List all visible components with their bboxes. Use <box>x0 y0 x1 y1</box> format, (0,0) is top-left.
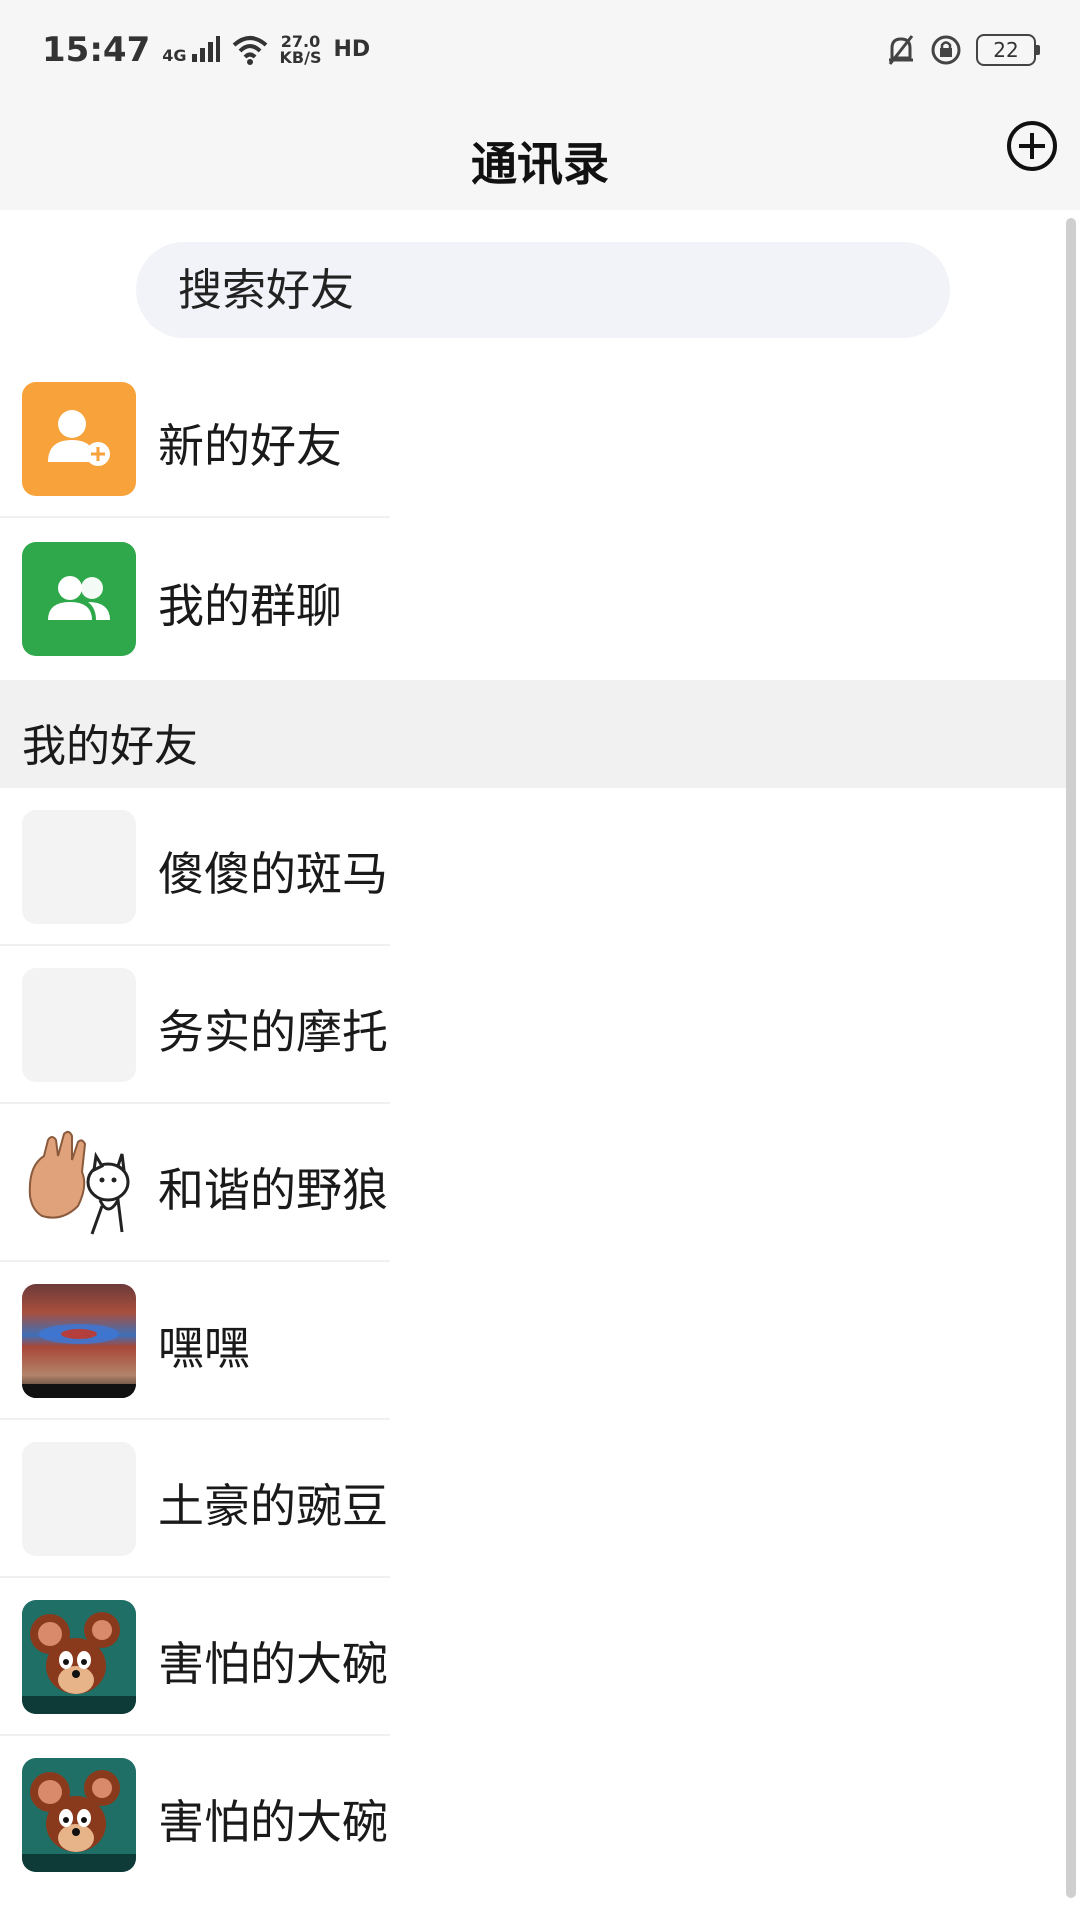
new-friends-avatar <box>22 382 136 496</box>
friend-name: 土豪的豌豆 <box>158 1479 388 1533</box>
cartoon-mouse-icon <box>22 1770 136 1872</box>
signal-block: 4G <box>162 36 220 65</box>
add-button[interactable] <box>1006 120 1058 172</box>
friend-avatar <box>22 968 136 1082</box>
friend-name: 嘿嘿 <box>158 1321 250 1375</box>
friend-avatar-sticker <box>22 1126 136 1240</box>
status-time: 15:47 <box>42 30 151 70</box>
hd-badge: HD <box>333 37 371 62</box>
friend-item[interactable]: 嘿嘿 <box>0 1262 1066 1420</box>
add-user-icon <box>48 410 110 466</box>
group-icon <box>48 576 110 620</box>
status-right: 22 <box>886 34 1040 66</box>
cartoon-mouse-icon <box>22 1612 136 1714</box>
divider <box>0 516 390 518</box>
friend-name: 和谐的野狼 <box>158 1163 388 1217</box>
status-bar: 15:47 4G 27.0 KB/S HD 22 <box>0 0 1080 100</box>
net-speed: 27.0 KB/S <box>280 34 322 66</box>
hand-cat-sticker-icon <box>28 1130 130 1235</box>
friend-name: 害怕的大碗 <box>158 1637 388 1691</box>
friend-name: 务实的摩托 <box>158 1005 388 1059</box>
friend-name: 傻傻的斑马 <box>158 847 388 901</box>
network-type: 4G <box>162 46 187 65</box>
plus-circle-icon <box>1007 121 1057 171</box>
mute-bell-icon <box>888 35 914 65</box>
photo-icon <box>22 1324 136 1398</box>
new-friends-label: 新的好友 <box>158 419 342 473</box>
wifi-icon <box>232 36 267 65</box>
friend-item[interactable]: 害怕的大碗 <box>0 1578 1066 1736</box>
my-groups-item[interactable]: 我的群聊 <box>0 520 1066 678</box>
friend-avatar-photo <box>22 1284 136 1398</box>
section-header: 我的好友 <box>0 680 1066 788</box>
search-box[interactable] <box>136 242 950 338</box>
my-groups-avatar <box>22 542 136 656</box>
friend-item[interactable]: 害怕的大碗 <box>0 1736 1066 1894</box>
nav-bar: 通讯录 <box>0 100 1080 210</box>
scrollbar[interactable] <box>1066 218 1076 1898</box>
contacts-content: 新的好友 我的群聊 我的好友 傻傻的斑马 务实的摩托 <box>0 210 1066 1920</box>
new-friends-item[interactable]: 新的好友 <box>0 360 1066 518</box>
friend-item[interactable]: 务实的摩托 <box>0 946 1066 1104</box>
friend-avatar <box>22 1442 136 1556</box>
friend-avatar <box>22 810 136 924</box>
my-groups-label: 我的群聊 <box>158 579 342 633</box>
friend-avatar-cartoon <box>22 1758 136 1872</box>
battery-indicator: 22 <box>976 34 1040 66</box>
lock-rotation-icon <box>931 35 961 65</box>
friend-item[interactable]: 土豪的豌豆 <box>0 1420 1066 1578</box>
page-title: 通讯录 <box>471 137 609 191</box>
friend-name: 害怕的大碗 <box>158 1795 388 1849</box>
status-left: 15:47 4G 27.0 KB/S HD <box>42 30 370 70</box>
friend-avatar-cartoon <box>22 1600 136 1714</box>
friend-item[interactable]: 和谐的野狼 <box>0 1104 1066 1262</box>
search-input[interactable] <box>176 263 950 317</box>
signal-icon <box>191 36 220 62</box>
friend-item[interactable]: 傻傻的斑马 <box>0 788 1066 946</box>
section-title: 我的好友 <box>22 721 198 772</box>
net-speed-unit: KB/S <box>279 48 322 67</box>
